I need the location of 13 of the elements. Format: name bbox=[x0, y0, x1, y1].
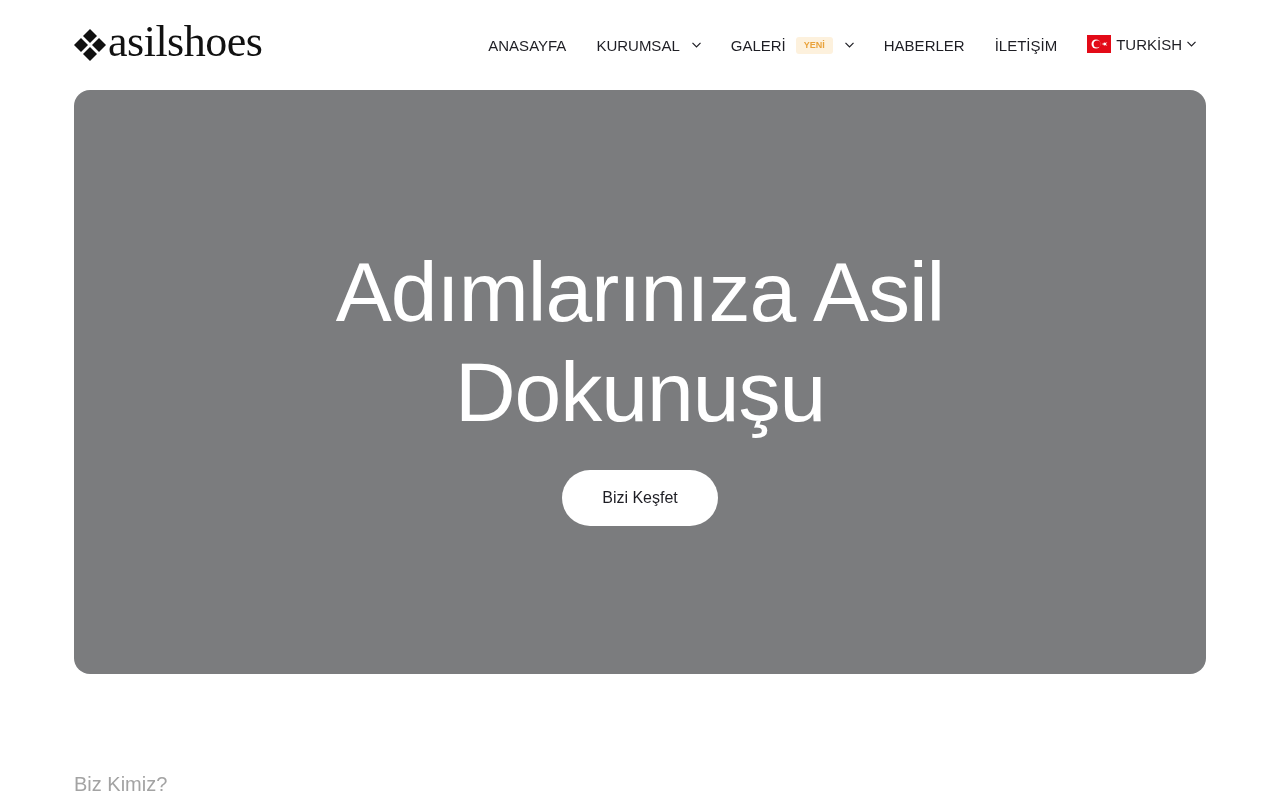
flag-icon bbox=[1087, 35, 1112, 53]
diamond-cluster-icon bbox=[74, 29, 106, 61]
new-badge: YENİ bbox=[795, 36, 833, 54]
nav-link[interactable]: ANASAYFA bbox=[488, 37, 567, 53]
section-heading: Biz Kimiz? bbox=[74, 774, 169, 794]
hero-heading: Adımlarınıza Asil Dokunuşu bbox=[334, 244, 946, 441]
logo[interactable]: asilshoes bbox=[74, 26, 263, 64]
nav-link[interactable]: GALERİ bbox=[730, 37, 786, 53]
language-selector[interactable]: TURKİSH bbox=[1116, 36, 1182, 52]
nav-link[interactable]: KURUMSAL bbox=[596, 37, 680, 53]
explore-button[interactable]: Bizi Keşfet bbox=[562, 470, 718, 526]
nav-link[interactable]: İLETİŞİM bbox=[994, 37, 1058, 53]
nav-link[interactable]: HABERLER bbox=[883, 37, 965, 53]
